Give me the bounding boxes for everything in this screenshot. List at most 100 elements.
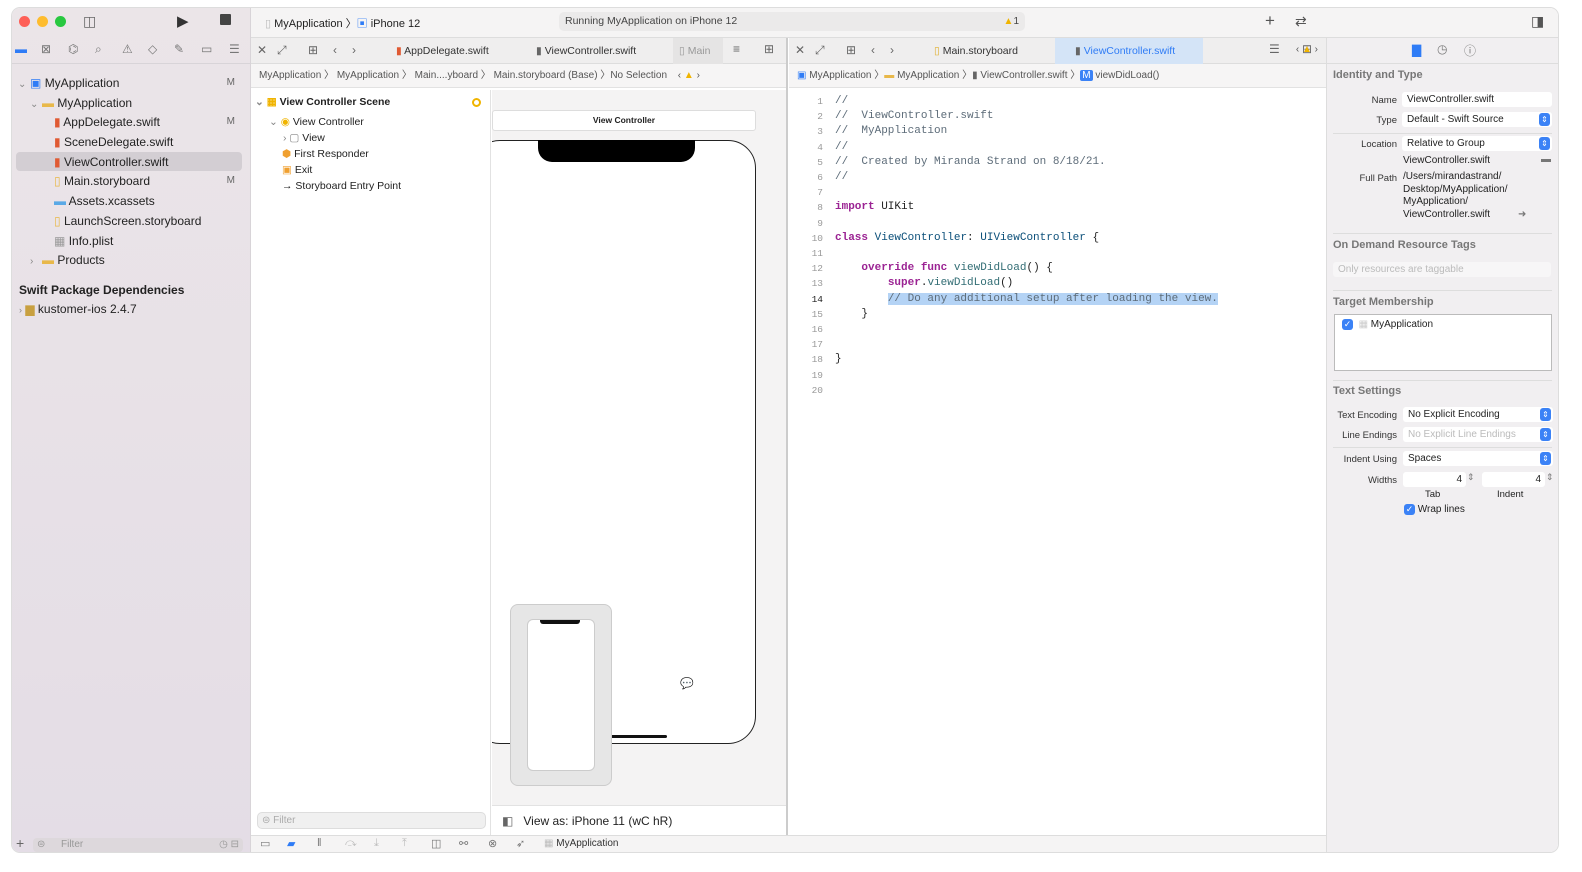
step-over-icon[interactable]: ⤼ (345, 837, 357, 850)
navigator-item[interactable]: ▬ Assets.xcassets (12, 191, 251, 211)
back-icon[interactable]: ‹ (871, 43, 875, 57)
memory-graph-icon[interactable]: ⚯ (459, 837, 468, 850)
expand-editor-icon[interactable]: ⤢ (815, 43, 825, 58)
code-line[interactable]: class ViewController: UIViewController { (835, 232, 1099, 244)
storyboard-canvas[interactable]: View Controller 💬 (492, 90, 786, 805)
jump-item[interactable]: ViewController.swift (980, 70, 1067, 81)
location-select[interactable]: Relative to Group (1402, 136, 1552, 151)
code-line[interactable]: super.viewDidLoad() (835, 277, 1013, 289)
project-navigator-icon[interactable]: ▬ (15, 42, 27, 56)
jump-item[interactable]: MyApplication (337, 70, 399, 81)
code-line[interactable]: override func viewDidLoad() { (835, 262, 1052, 274)
warning-icon[interactable]: ▲ (1004, 16, 1014, 27)
source-code[interactable]: 1 // 2 // ViewController.swift 3 // MyApplica… (789, 94, 1326, 834)
tab-width-field[interactable]: 4 (1403, 472, 1466, 487)
disclosure-icon[interactable]: › (30, 252, 42, 272)
test-icon[interactable]: ◇ (148, 42, 157, 56)
grid-icon[interactable]: ⊞ (308, 43, 318, 57)
navigator-item[interactable]: ▮ SceneDelegate.swift (12, 132, 251, 152)
step-into-icon[interactable]: ⤓ (374, 837, 379, 850)
jump-item[interactable]: MyApplication (259, 70, 321, 81)
navigator-item[interactable]: ▦ Info.plist (12, 231, 251, 251)
reveal-arrow-icon[interactable]: ➜ (1518, 209, 1526, 220)
code-line[interactable]: // (835, 95, 848, 107)
navigator-item[interactable]: ▯ Main.storyboard M (12, 171, 251, 191)
jump-item[interactable]: Main....yboard (415, 70, 478, 81)
symbol-navigator-icon[interactable]: ⌬ (68, 42, 78, 56)
code-line[interactable]: // ViewController.swift (835, 110, 993, 122)
report-icon[interactable]: ☰ (229, 42, 240, 56)
outline-scene[interactable]: ⌄ ▦ View Controller Scene (255, 92, 390, 112)
editor-options-icon[interactable]: ≡ (733, 42, 740, 56)
zoom-window-button[interactable] (55, 16, 66, 27)
wrap-lines-option[interactable]: ✓ Wrap lines (1404, 504, 1465, 515)
view-as-bar[interactable]: ◧ View as: iPhone 11 (wC hR) (492, 805, 786, 835)
target-item[interactable]: ✓ ▦ MyApplication (1342, 319, 1433, 330)
navigator-filter-input[interactable]: Filter ⊜ ◷ ⊟ (33, 838, 243, 852)
jump-item[interactable]: Main.storyboard (Base) (494, 70, 598, 81)
wrap-lines-checkbox[interactable]: ✓ (1404, 504, 1415, 515)
view-debugger-icon[interactable]: ◫ (431, 837, 441, 850)
code-line[interactable]: } (835, 353, 842, 365)
package-item[interactable]: › ▆ kustomer-ios 2.4.7 (19, 299, 137, 319)
location-icon[interactable]: ➶ (516, 837, 525, 850)
endings-select[interactable]: No Explicit Line Endings (1403, 427, 1553, 442)
code-line[interactable]: import UIKit (835, 201, 914, 213)
navigator-item[interactable]: › ▬ Products (12, 250, 251, 270)
tab-main-storyboard[interactable]: ▯ Main.storyboard (934, 38, 1018, 64)
warning-icon[interactable]: ▲ (1302, 44, 1312, 55)
issue-icon[interactable]: ⚠ (122, 42, 133, 56)
navigator-item[interactable]: ▮ ViewController.swift (16, 151, 242, 172)
environment-icon[interactable]: ⊗ (488, 837, 497, 850)
indent-width-stepper[interactable]: ⇕ (1546, 472, 1554, 483)
sidebar-toggle-icon[interactable]: ◫ (83, 13, 96, 30)
jump-item[interactable]: No Selection (610, 70, 667, 81)
warning-icon[interactable]: ▲ (684, 70, 694, 81)
history-icon[interactable]: ◷ (1437, 42, 1447, 56)
code-line[interactable]: // Do any additional setup after loading… (835, 292, 1218, 305)
library-add-button[interactable]: + (1265, 11, 1275, 31)
stop-button[interactable] (220, 14, 231, 25)
folder-icon[interactable]: ▬ (1541, 154, 1551, 165)
indent-width-field[interactable]: 4 (1482, 472, 1545, 487)
encoding-select[interactable]: No Explicit Encoding (1403, 407, 1553, 422)
debug-target[interactable]: ▦ MyApplication (544, 838, 619, 849)
jump-item[interactable]: viewDidLoad() (1095, 70, 1159, 81)
target-checkbox[interactable]: ✓ (1342, 319, 1353, 330)
code-line[interactable]: // (835, 141, 848, 153)
file-inspector-icon[interactable]: ▇ (1412, 43, 1421, 57)
code-line[interactable]: } (835, 308, 868, 320)
pause-icon[interactable]: ‖ (317, 837, 322, 849)
back-icon[interactable]: ‹ (333, 43, 337, 57)
tab-appdelegate[interactable]: ▮ AppDelegate.swift (396, 38, 489, 64)
step-out-icon[interactable]: ⤒ (402, 837, 407, 850)
jump-item[interactable]: MyApplication (897, 70, 959, 81)
tab-viewcontroller-active[interactable]: ▮ ViewController.swift (1055, 38, 1203, 64)
close-window-button[interactable] (19, 16, 30, 27)
close-editor-icon[interactable]: ✕ (257, 43, 267, 57)
add-file-button[interactable]: + (16, 835, 24, 851)
outline-entry-point[interactable]: → Storyboard Entry Point (282, 176, 401, 196)
editor-options-icon[interactable]: ☰ (1269, 42, 1280, 56)
run-button[interactable]: ▶ (177, 12, 189, 30)
code-line[interactable]: // MyApplication (835, 125, 947, 137)
close-editor-icon[interactable]: ✕ (795, 43, 805, 57)
navigator-item[interactable]: ⌄ ▣ MyApplication M (12, 73, 251, 93)
forward-icon[interactable]: › (352, 43, 356, 57)
recent-files-icon[interactable]: ◷ ⊟ (219, 838, 239, 852)
jump-item[interactable]: MyApplication (809, 70, 871, 81)
debug-icon[interactable]: ✎ (174, 42, 184, 56)
name-field[interactable]: ViewController.swift (1402, 92, 1552, 107)
navigator-item[interactable]: ⌄ ▬ MyApplication (12, 93, 251, 113)
breakpoint-icon[interactable]: ▭ (201, 42, 212, 56)
indent-select[interactable]: Spaces (1403, 451, 1553, 466)
tab-main[interactable]: ▯ Main (673, 38, 723, 64)
scheme-selector[interactable]: ▯ MyApplication 〉▣ iPhone 12 (265, 15, 420, 31)
grid-icon[interactable]: ⊞ (846, 43, 856, 57)
breakpoints-toggle-icon[interactable]: ▰ (287, 837, 295, 850)
search-icon[interactable]: ⌕ (95, 42, 102, 57)
code-line[interactable]: // Created by Miranda Strand on 8/18/21. (835, 156, 1106, 168)
source-control-icon[interactable]: ⊠ (41, 42, 51, 56)
navigator-item[interactable]: ▯ LaunchScreen.storyboard (12, 211, 251, 231)
type-select[interactable]: Default - Swift Source (1402, 112, 1552, 127)
